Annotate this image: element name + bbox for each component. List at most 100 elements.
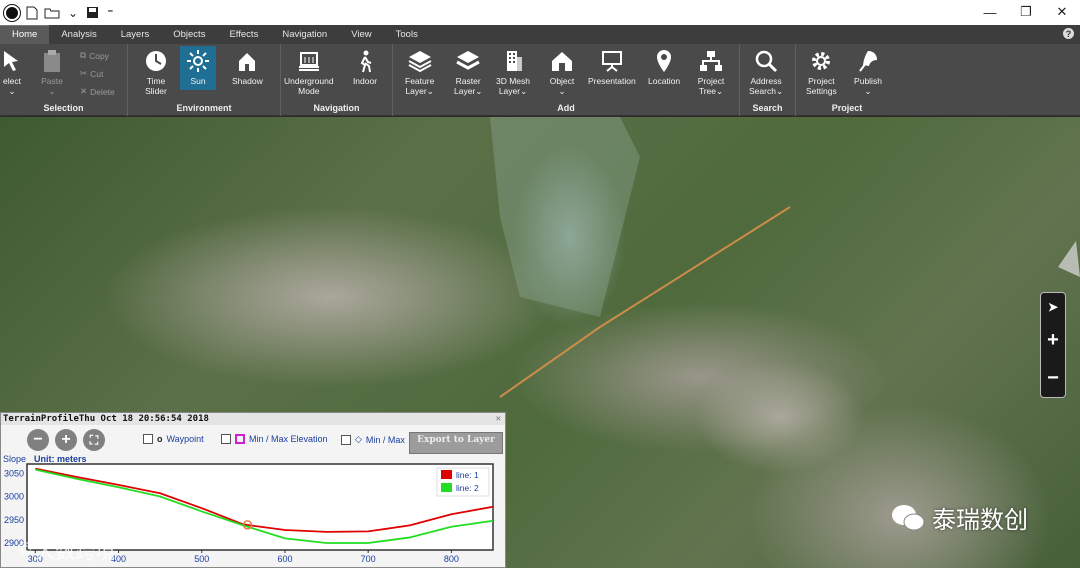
magenta-square-icon: [235, 434, 245, 444]
x-tick-label: 800: [444, 554, 459, 564]
select-button[interactable]: elect ⌄: [0, 48, 26, 96]
panel-zoom-tools: − + ⛶: [27, 429, 105, 451]
x-tick-label: 600: [277, 554, 292, 564]
app-logo-icon[interactable]: [4, 4, 20, 21]
publish-icon: [859, 51, 877, 72]
legend-label: line: 2: [456, 483, 479, 493]
x-tick-label: 500: [194, 554, 209, 564]
help-icon[interactable]: ?: [1063, 28, 1074, 39]
shadow-button[interactable]: Shadow: [232, 48, 263, 86]
group-label-add: Add: [557, 103, 575, 113]
minmax-toggle[interactable]: ◇ Min / Max: [341, 434, 405, 445]
group-label-navigation: Navigation: [313, 103, 360, 113]
search-icon: [755, 50, 778, 73]
tab-navigation[interactable]: Navigation: [270, 26, 339, 44]
object-button[interactable]: Object ⌄: [548, 48, 576, 96]
3d-mesh-layer-button[interactable]: 3D Mesh Layer⌄: [496, 48, 530, 96]
clock-icon: [146, 51, 166, 71]
feature-layer-button[interactable]: Feature Layer⌄: [405, 48, 434, 96]
tab-effects[interactable]: Effects: [217, 26, 270, 44]
tab-analysis[interactable]: Analysis: [49, 26, 108, 44]
project-tree-button[interactable]: Project Tree⌄: [697, 48, 725, 96]
walking-person-icon: [360, 50, 372, 73]
copy-icon: ⧉: [80, 50, 87, 60]
waypoint-toggle[interactable]: o Waypoint: [143, 434, 204, 444]
cursor-icon: [4, 51, 18, 71]
save-icon[interactable]: [86, 6, 99, 19]
cut-button[interactable]: ✂ Cut: [80, 68, 103, 79]
minmax-checkbox[interactable]: [341, 434, 351, 445]
tree-hierarchy-icon: [700, 51, 722, 71]
minimize-button[interactable]: —: [972, 0, 1008, 24]
north-arrow-icon[interactable]: ➤: [1048, 300, 1058, 314]
zoom-in-button[interactable]: +: [1047, 329, 1059, 352]
delete-icon: ✕: [80, 86, 88, 96]
zoom-out-chart-button[interactable]: −: [27, 429, 49, 451]
ribbon: elect ⌄ Paste ⌄ ⧉ Copy ✂ Cut ✕ Delete Selecti…: [0, 44, 1080, 116]
chevron-down-icon[interactable]: ⌄: [66, 6, 80, 20]
new-file-icon[interactable]: [26, 6, 38, 20]
legend-swatch: [441, 483, 452, 492]
sun-button[interactable]: Sun: [180, 46, 216, 90]
minmax-elevation-checkbox[interactable]: [221, 434, 231, 444]
publish-button[interactable]: Publish ⌄: [854, 48, 882, 96]
zoom-out-button[interactable]: −: [1047, 367, 1059, 390]
restore-button[interactable]: ❐: [1008, 0, 1044, 24]
house-object-icon: [552, 52, 572, 71]
sun-icon: [187, 50, 209, 72]
y-tick-label: 3050: [4, 468, 24, 478]
presentation-button[interactable]: Presentation: [588, 48, 636, 86]
map-pin-icon: [657, 50, 672, 72]
y-tick-label: 2950: [4, 515, 24, 525]
time-slider-button[interactable]: Time Slider: [142, 48, 170, 96]
compass-icon[interactable]: [1038, 237, 1080, 277]
panel-close-icon[interactable]: ✕: [496, 413, 501, 425]
fit-extent-button[interactable]: ⛶: [83, 429, 105, 451]
tab-home[interactable]: Home: [0, 25, 50, 44]
copy-button[interactable]: ⧉ Copy: [80, 50, 109, 61]
group-search: Address Search⌄ Search: [740, 44, 796, 116]
underground-icon: [298, 52, 319, 71]
group-project: Project Settings Publish ⌄ Project: [796, 44, 898, 116]
waypoint-checkbox[interactable]: [143, 434, 153, 444]
paste-button[interactable]: Paste ⌄: [38, 48, 66, 96]
project-settings-button[interactable]: Project Settings: [806, 48, 837, 96]
group-selection: elect ⌄ Paste ⌄ ⧉ Copy ✂ Cut ✕ Delete Selecti…: [0, 44, 128, 116]
raster-layer-button[interactable]: Raster Layer⌄: [454, 48, 482, 96]
house-shadow-icon: [239, 53, 256, 71]
tab-layers[interactable]: Layers: [109, 26, 162, 44]
minmax-elevation-toggle[interactable]: Min / Max Elevation: [221, 434, 328, 444]
scissors-icon: ✂: [80, 68, 88, 78]
underground-mode-button[interactable]: Underground Mode: [284, 48, 334, 96]
waypoint-marker-icon: o: [157, 434, 163, 444]
customize-qat-icon[interactable]: ⁼: [105, 6, 115, 20]
zoom-in-chart-button[interactable]: +: [55, 429, 77, 451]
indoor-button[interactable]: Indoor: [351, 48, 379, 86]
group-label-project: Project: [831, 103, 863, 113]
group-navigation: Underground Mode Indoor Navigation: [281, 44, 393, 116]
map-nav-controls: ➤ + −: [1040, 292, 1066, 398]
tab-objects[interactable]: Objects: [161, 26, 217, 44]
group-environment: Time Slider Sun Shadow Environment: [128, 44, 281, 116]
group-label-search: Search: [752, 103, 783, 113]
x-tick-label: 700: [361, 554, 376, 564]
group-label-environment: Environment: [176, 103, 232, 113]
clipboard-icon: [44, 50, 60, 72]
export-to-layer-button[interactable]: Export to Layer: [409, 432, 503, 454]
wechat-icon: [892, 504, 925, 530]
watermark-bottom: © 大数跨境: [18, 539, 116, 563]
title-bar: ⌄ ⁼ — ❐ ✕: [0, 0, 1080, 25]
tab-view[interactable]: View: [339, 26, 383, 44]
open-folder-icon[interactable]: [44, 7, 60, 19]
group-add: Feature Layer⌄ Raster Layer⌄ 3D Mesh Lay…: [393, 44, 740, 116]
gear-icon: [812, 52, 831, 70]
close-button[interactable]: ✕: [1044, 0, 1080, 24]
presentation-board-icon: [601, 51, 622, 72]
tab-tools[interactable]: Tools: [384, 26, 430, 44]
delete-button[interactable]: ✕ Delete: [80, 86, 115, 97]
panel-title: TerrainProfileThu Oct 18 20:56:54 2018 ✕: [1, 413, 505, 425]
legend-swatch: [441, 470, 452, 479]
location-button[interactable]: Location: [648, 48, 680, 86]
quick-access-toolbar: ⌄ ⁼: [0, 4, 115, 21]
address-search-button[interactable]: Address Search⌄: [749, 48, 783, 96]
